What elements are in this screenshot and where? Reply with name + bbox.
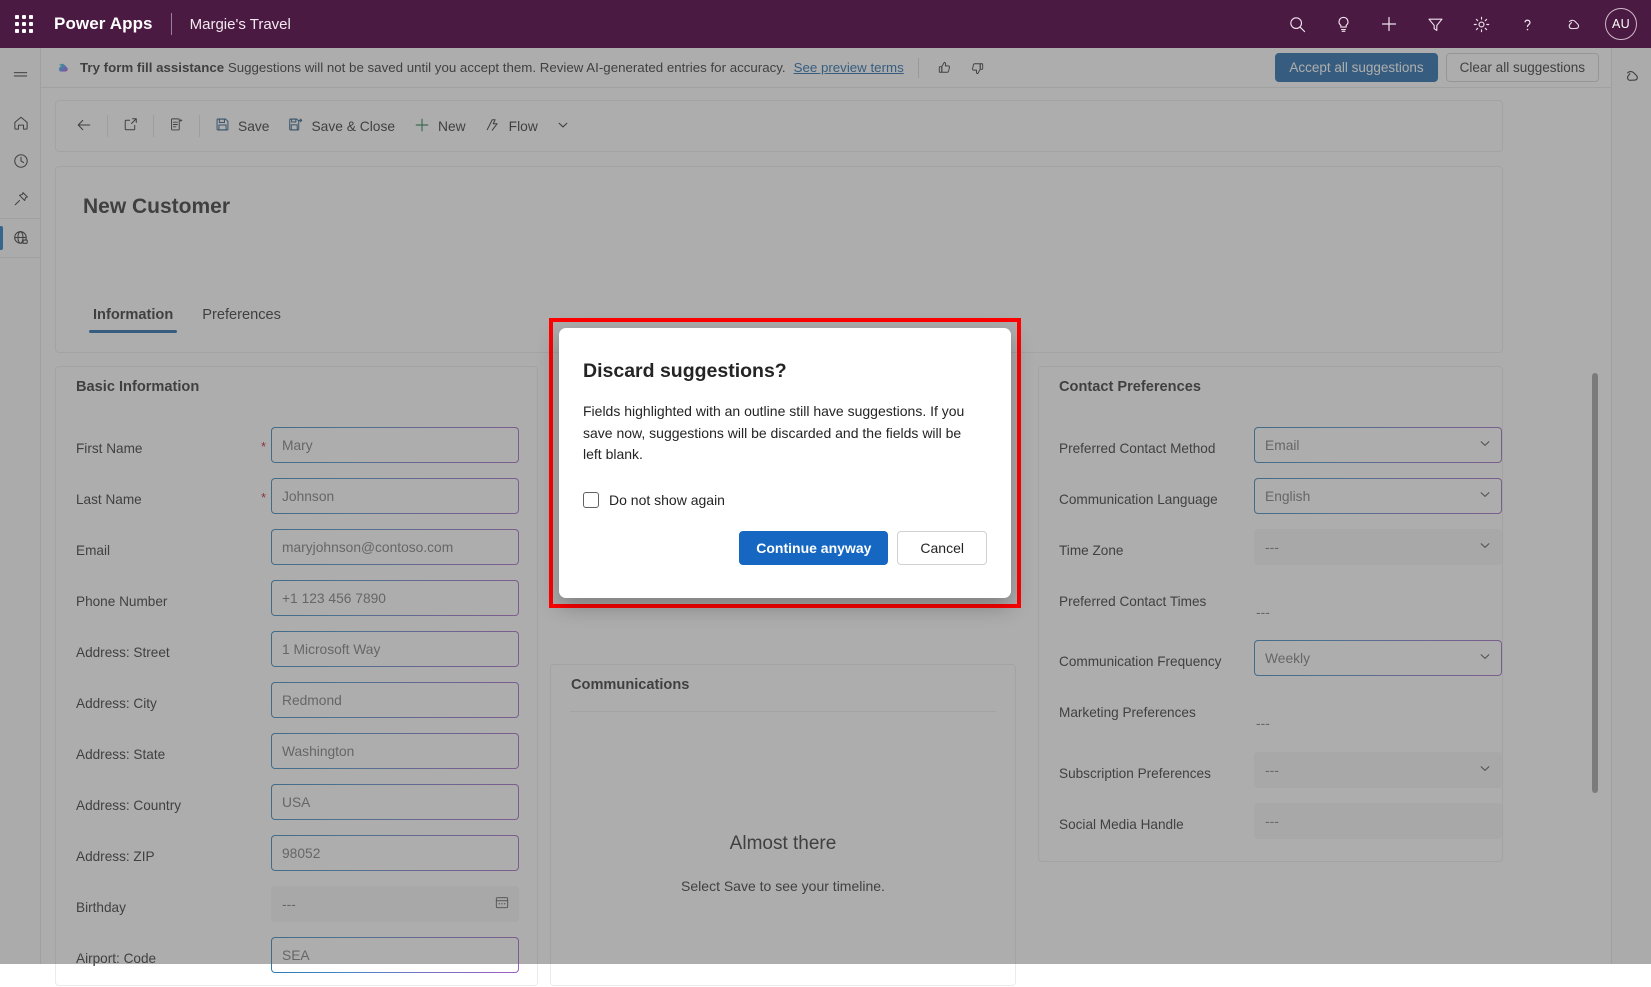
avatar[interactable]: AU [1605,8,1637,40]
do-not-show-again-row[interactable]: Do not show again [583,492,987,508]
continue-anyway-button[interactable]: Continue anyway [739,531,888,565]
app-name-label[interactable]: Margie's Travel [190,16,291,33]
discard-suggestions-dialog: Discard suggestions? Fields highlighted … [559,328,1011,598]
dialog-actions: Continue anyway Cancel [583,531,987,565]
suite-bar-actions: AU [1277,4,1651,44]
brand-label[interactable]: Power Apps [54,14,153,34]
do-not-show-again-label: Do not show again [609,492,725,508]
app-launcher-button[interactable] [0,0,48,48]
plus-icon[interactable] [1369,4,1409,44]
search-icon[interactable] [1277,4,1317,44]
gear-icon[interactable] [1461,4,1501,44]
do-not-show-again-checkbox[interactable] [583,492,599,508]
help-icon[interactable] [1507,4,1547,44]
idea-icon[interactable] [1323,4,1363,44]
filter-icon[interactable] [1415,4,1455,44]
dialog-title: Discard suggestions? [583,360,987,383]
copilot-icon[interactable] [1553,4,1593,44]
suite-divider [171,13,172,35]
dialog-body-text: Fields highlighted with an outline still… [583,401,971,466]
cancel-button[interactable]: Cancel [897,531,987,565]
suite-bar: Power Apps Margie's Travel [0,0,1651,48]
waffle-icon [15,15,33,33]
